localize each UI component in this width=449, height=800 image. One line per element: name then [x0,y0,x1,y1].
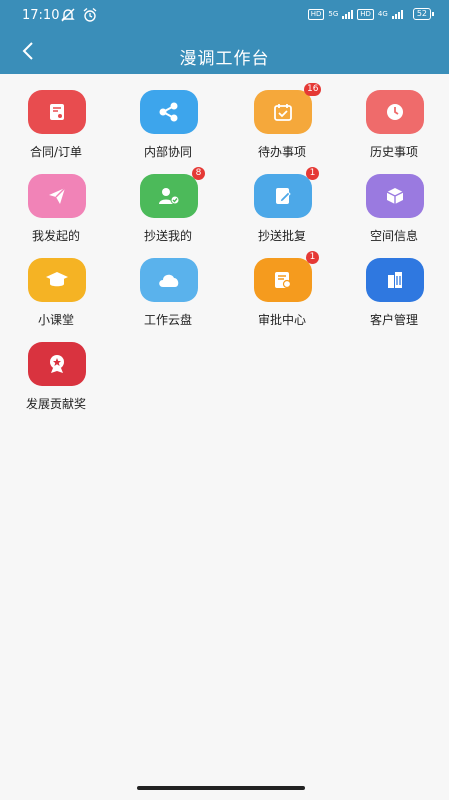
app-cloud-drive[interactable]: 工作云盘 [112,252,224,336]
graduation-cap-icon [28,258,86,302]
hd-badge-2: HD [357,8,374,20]
cloud-icon [140,258,198,302]
app-cc-me[interactable]: 8 抄送我的 [112,167,224,252]
app-customer-mgmt[interactable]: 客户管理 [338,252,449,336]
building-icon [366,258,424,302]
hd-badge-1: HD [307,8,325,20]
app-my-initiated[interactable]: 我发起的 [0,168,112,252]
cc-me-count-badge: 8 [192,167,205,180]
app-label: 抄送我的 [143,229,192,243]
signal-icon [342,9,354,19]
user-check-icon [140,174,198,218]
app-internal-collab[interactable]: 内部协同 [112,84,224,168]
app-space-info[interactable]: 空间信息 [338,168,449,252]
network-4g-label: 4G [377,10,388,18]
status-time: 17:10 [22,8,60,23]
app-label: 空间信息 [369,229,418,243]
app-history[interactable]: 历史事项 [338,84,449,168]
app-cc-reply[interactable]: 1 抄送批复 [226,167,338,252]
app-label: 内部协同 [143,145,192,159]
contract-icon [28,90,86,134]
app-todo[interactable]: 16 待办事项 [226,83,338,168]
calendar-check-icon [254,90,312,134]
approval-doc-icon [254,258,312,302]
network-5g-label: 5G [328,10,339,18]
signal-icon-2 [391,9,403,19]
app-label: 历史事项 [369,145,418,159]
app-contract-order[interactable]: 合同/订单 [0,84,112,168]
alarm-clock-icon [83,7,97,22]
home-indicator[interactable] [137,786,305,790]
app-label: 发展贡献奖 [25,397,86,411]
mute-bell-icon [61,8,75,22]
paper-plane-icon [28,174,86,218]
app-header: 17:10 HD 5G HD 4G 52 漫调工作台 [0,0,449,74]
app-label: 审批中心 [257,313,306,327]
app-label: 合同/订单 [29,145,83,159]
app-label: 工作云盘 [143,313,192,327]
app-label: 客户管理 [369,313,418,327]
app-label: 抄送批复 [257,229,306,243]
page-title: 漫调工作台 [179,49,270,69]
status-indicators: HD 5G HD 4G 52 [307,8,435,20]
clock-icon [366,90,424,134]
note-edit-icon [254,174,312,218]
cc-reply-count-badge: 1 [306,167,319,180]
approval-count-badge: 1 [306,251,319,264]
app-development-award[interactable]: 发展贡献奖 [0,336,112,420]
app-classroom[interactable]: 小课堂 [0,252,112,336]
app-label: 我发起的 [31,229,80,243]
award-medal-icon [28,342,86,386]
share-icon [140,90,198,134]
battery-indicator: 52 [412,8,435,20]
app-label: 小课堂 [37,313,74,327]
todo-count-badge: 16 [304,83,322,96]
cube-icon [366,174,424,218]
app-approval-center[interactable]: 1 审批中心 [226,251,338,336]
status-bar: 17:10 HD 5G HD 4G 52 [0,0,449,32]
app-label: 待办事项 [257,145,306,159]
